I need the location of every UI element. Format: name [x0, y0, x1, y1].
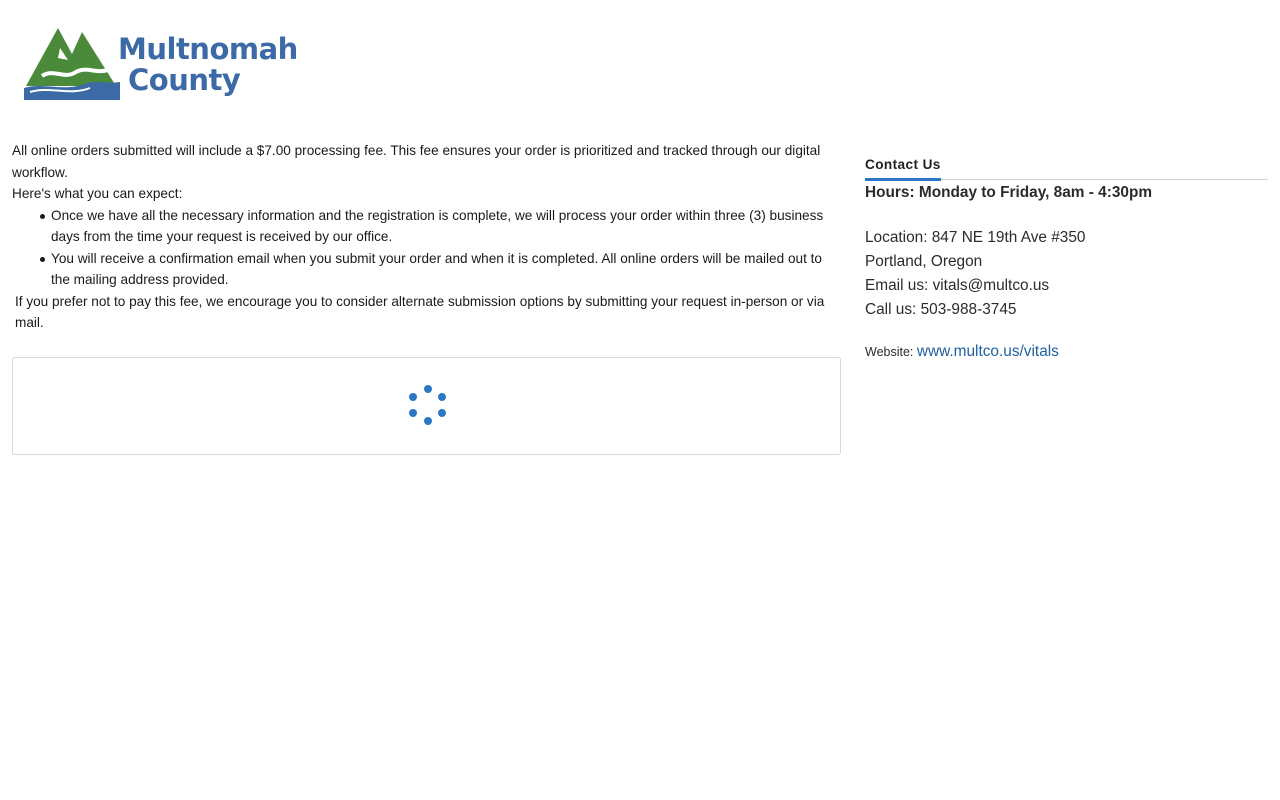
alternate-options-text: If you prefer not to pay this fee, we en… [15, 293, 825, 331]
logo-wordmark: Multnomah County [118, 34, 298, 96]
expect-list: Once we have all the necessary informati… [12, 205, 842, 291]
website-link[interactable]: www.multco.us/vitals [917, 343, 1059, 360]
form-loading-container [12, 357, 841, 455]
fee-intro-text: All online orders submitted will include… [12, 143, 821, 180]
expect-label: Here's what you can expect: [12, 186, 183, 201]
contact-details: Location: 847 NE 19th Ave #350 Portland,… [865, 226, 1268, 322]
tab-contact-us[interactable]: Contact Us [865, 156, 941, 181]
city-text: Portland, Oregon [865, 253, 983, 270]
loading-spinner-icon [408, 385, 448, 427]
fee-info: All online orders submitted will include… [12, 140, 842, 334]
location-text: Location: 847 NE 19th Ave #350 [865, 229, 1086, 246]
contact-sidebar: Contact Us Hours: Monday to Friday, 8am … [865, 150, 1268, 362]
list-item: You will receive a confirmation email wh… [40, 248, 842, 291]
multnomah-county-logo[interactable]: Multnomah County [24, 22, 298, 104]
list-item: Once we have all the necessary informati… [40, 205, 842, 248]
website-label: Website: [865, 345, 914, 359]
phone-text: Call us: 503-988-3745 [865, 301, 1017, 318]
logo-line1: Multnomah [118, 32, 298, 66]
email-text: Email us: vitals@multco.us [865, 277, 1050, 294]
logo-line2: County [128, 63, 241, 97]
website-row: Website: www.multco.us/vitals [865, 342, 1268, 362]
mountain-logo-icon [24, 28, 120, 100]
contact-header: Contact Us [865, 150, 1268, 181]
page: Multnomah County All online orders submi… [0, 0, 1280, 800]
office-hours: Hours: Monday to Friday, 8am - 4:30pm [865, 184, 1153, 201]
